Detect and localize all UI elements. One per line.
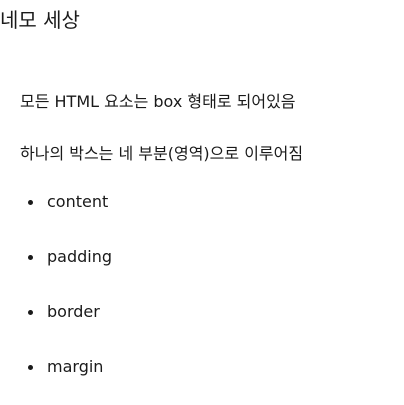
paragraph-box-model-intro: 모든 HTML 요소는 box 형태로 되어있음 (20, 92, 296, 111)
list-item: border (28, 301, 100, 323)
bullet-dot-icon (28, 309, 33, 315)
paragraph-box-parts: 하나의 박스는 네 부분(영역)으로 이루어짐 (20, 144, 304, 163)
bullet-dot-icon (28, 364, 33, 370)
bullet-dot-icon (28, 254, 33, 260)
document-page: 네모 세상 모든 HTML 요소는 box 형태로 되어있음 하나의 박스는 네… (0, 0, 404, 405)
list-item-label: content (47, 192, 109, 211)
page-title: 네모 세상 (0, 8, 80, 32)
list-item-label: border (47, 302, 100, 321)
list-item: content (28, 191, 108, 213)
list-item-label: margin (47, 357, 104, 376)
list-item: margin (28, 356, 103, 378)
list-item: padding (28, 246, 112, 268)
list-item-label: padding (47, 247, 113, 266)
bullet-dot-icon (28, 199, 33, 205)
